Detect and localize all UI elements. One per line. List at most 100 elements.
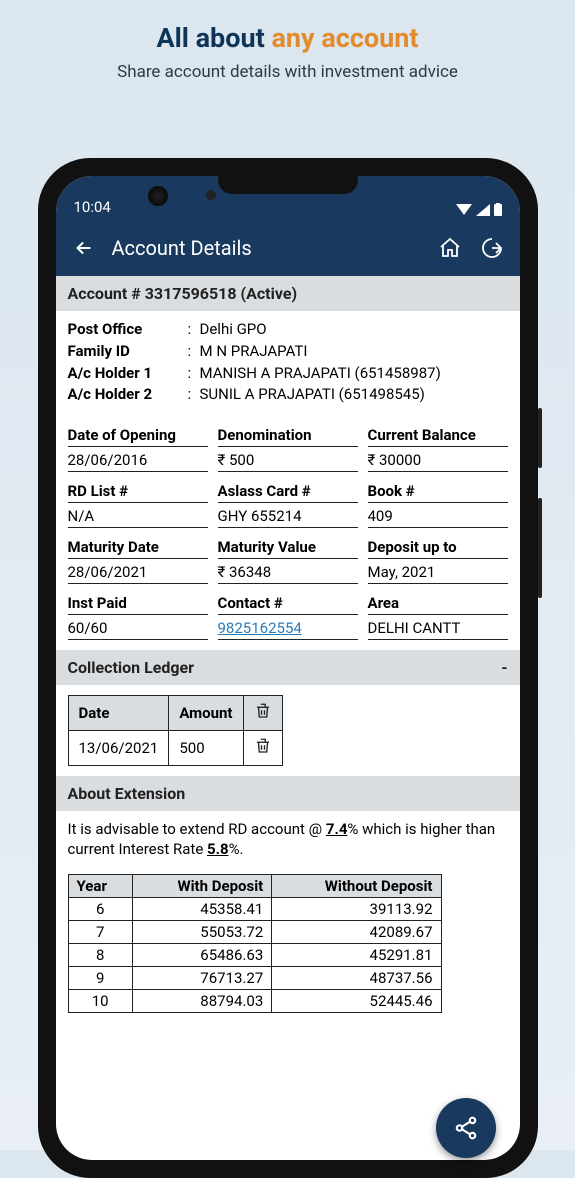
ext-cell: 48737.56 xyxy=(272,966,441,989)
app-bar: Account Details xyxy=(56,220,520,276)
account-heading: Account # 3317596518 (Active) xyxy=(56,276,520,311)
status-time: 10:04 xyxy=(74,198,111,216)
field-value: GHY 655214 xyxy=(218,503,358,528)
trash-icon[interactable] xyxy=(254,702,272,720)
field-value: 28/06/2021 xyxy=(68,559,208,584)
back-button[interactable] xyxy=(70,234,98,262)
ledger-date: 13/06/2021 xyxy=(68,731,169,766)
ledger-heading-text: Collection Ledger xyxy=(68,658,195,677)
ext-cell: 76713.27 xyxy=(132,966,271,989)
ledger-col-date: Date xyxy=(68,696,169,731)
ext-row: 645358.4139113.92 xyxy=(68,897,441,920)
advice-rate1: 7.4 xyxy=(326,820,348,838)
collapse-toggle[interactable]: - xyxy=(501,658,507,677)
field-value: 28/06/2016 xyxy=(68,447,208,472)
field: Current Balance₹ 30000 xyxy=(368,426,508,472)
field-value: 9825162554 xyxy=(218,615,358,640)
signal-icon xyxy=(476,204,490,216)
field-label: RD List # xyxy=(68,482,208,503)
field-label: Current Balance xyxy=(368,426,508,447)
field-value: N/A xyxy=(68,503,208,528)
ledger-row: 13/06/2021 500 xyxy=(68,731,282,766)
wifi-icon xyxy=(456,204,472,216)
field-label: Deposit up to xyxy=(368,538,508,559)
content-area[interactable]: Account # 3317596518 (Active) Post Offic… xyxy=(56,276,520,1160)
logout-icon xyxy=(480,236,504,260)
field: Inst Paid60/60 xyxy=(68,594,208,640)
field: Maturity Value₹ 36348 xyxy=(218,538,358,584)
ext-cell: 52445.46 xyxy=(272,989,441,1012)
extension-heading-text: About Extension xyxy=(68,784,186,803)
ext-col-year: Year xyxy=(68,874,132,897)
phone-side-button xyxy=(538,408,542,468)
family-id-value: M N PRAJAPATI xyxy=(200,341,508,363)
field-label: Inst Paid xyxy=(68,594,208,615)
field: Denomination₹ 500 xyxy=(218,426,358,472)
holder2-value: SUNIL A PRAJAPATI (651498545) xyxy=(200,384,508,406)
field-label: Denomination xyxy=(218,426,358,447)
field: Contact # 9825162554 xyxy=(218,594,358,640)
ext-col-with: With Deposit xyxy=(132,874,271,897)
field-value: ₹ 30000 xyxy=(368,447,508,472)
field-grid: Date of Opening28/06/2016Denomination₹ 5… xyxy=(56,414,520,650)
field-value: ₹ 36348 xyxy=(218,559,358,584)
ledger-col-delete xyxy=(243,696,282,731)
ext-cell: 6 xyxy=(68,897,132,920)
promo-subtitle: Share account details with investment ad… xyxy=(0,62,575,82)
ledger-heading[interactable]: Collection Ledger - xyxy=(56,650,520,685)
ext-row: 865486.6345291.81 xyxy=(68,943,441,966)
phone-notch xyxy=(218,176,358,194)
trash-icon[interactable] xyxy=(254,737,272,755)
field-label: Maturity Date xyxy=(68,538,208,559)
field-label: Date of Opening xyxy=(68,426,208,447)
field: Date of Opening28/06/2016 xyxy=(68,426,208,472)
field: Aslass Card #GHY 655214 xyxy=(218,482,358,528)
field-label: Contact # xyxy=(218,594,358,615)
extension-advice: It is advisable to extend RD account @ 7… xyxy=(56,811,520,868)
field-value: 60/60 xyxy=(68,615,208,640)
extension-table: Year With Deposit Without Deposit 645358… xyxy=(68,874,442,1013)
promo-banner: All about any account Share account deta… xyxy=(0,0,575,82)
ledger-col-amount: Amount xyxy=(169,696,243,731)
ext-cell: 88794.03 xyxy=(132,989,271,1012)
phone-frame: 10:04 Account Details Account # 33175965… xyxy=(38,158,538,1178)
field-value: DELHI CANTT xyxy=(368,615,508,640)
phone-side-button xyxy=(538,498,542,598)
post-office-label: Post Office xyxy=(68,319,188,341)
promo-title: All about any account xyxy=(0,22,575,54)
field-label: Area xyxy=(368,594,508,615)
home-icon xyxy=(438,236,462,260)
phone-screen: 10:04 Account Details Account # 33175965… xyxy=(56,176,520,1160)
holder1-value: MANISH A PRAJAPATI (651458987) xyxy=(200,363,508,385)
ext-col-without: Without Deposit xyxy=(272,874,441,897)
ext-cell: 45291.81 xyxy=(272,943,441,966)
home-button[interactable] xyxy=(436,234,464,262)
contact-link[interactable]: 9825162554 xyxy=(218,619,302,637)
field-label: Book # xyxy=(368,482,508,503)
arrow-left-icon xyxy=(73,237,95,259)
field: Maturity Date28/06/2021 xyxy=(68,538,208,584)
field: AreaDELHI CANTT xyxy=(368,594,508,640)
ext-cell: 7 xyxy=(68,920,132,943)
field: RD List #N/A xyxy=(68,482,208,528)
field-value: May, 2021 xyxy=(368,559,508,584)
share-icon xyxy=(453,1115,479,1141)
field-label: Maturity Value xyxy=(218,538,358,559)
ext-cell: 8 xyxy=(68,943,132,966)
logout-button[interactable] xyxy=(478,234,506,262)
ext-cell: 42089.67 xyxy=(272,920,441,943)
share-fab[interactable] xyxy=(436,1098,496,1158)
ext-cell: 9 xyxy=(68,966,132,989)
field-value: ₹ 500 xyxy=(218,447,358,472)
ext-cell: 65486.63 xyxy=(132,943,271,966)
field-label: Aslass Card # xyxy=(218,482,358,503)
phone-camera xyxy=(148,186,168,206)
ext-row: 1088794.0352445.46 xyxy=(68,989,441,1012)
status-icons xyxy=(456,203,502,216)
phone-sensor xyxy=(206,190,216,200)
holder2-label: A/c Holder 2 xyxy=(68,384,188,406)
field: Book #409 xyxy=(368,482,508,528)
page-title: Account Details xyxy=(112,236,422,260)
advice-rate2: 5.8 xyxy=(207,840,229,858)
ledger-table-wrap: Date Amount 13/06/2021 500 xyxy=(56,685,520,776)
